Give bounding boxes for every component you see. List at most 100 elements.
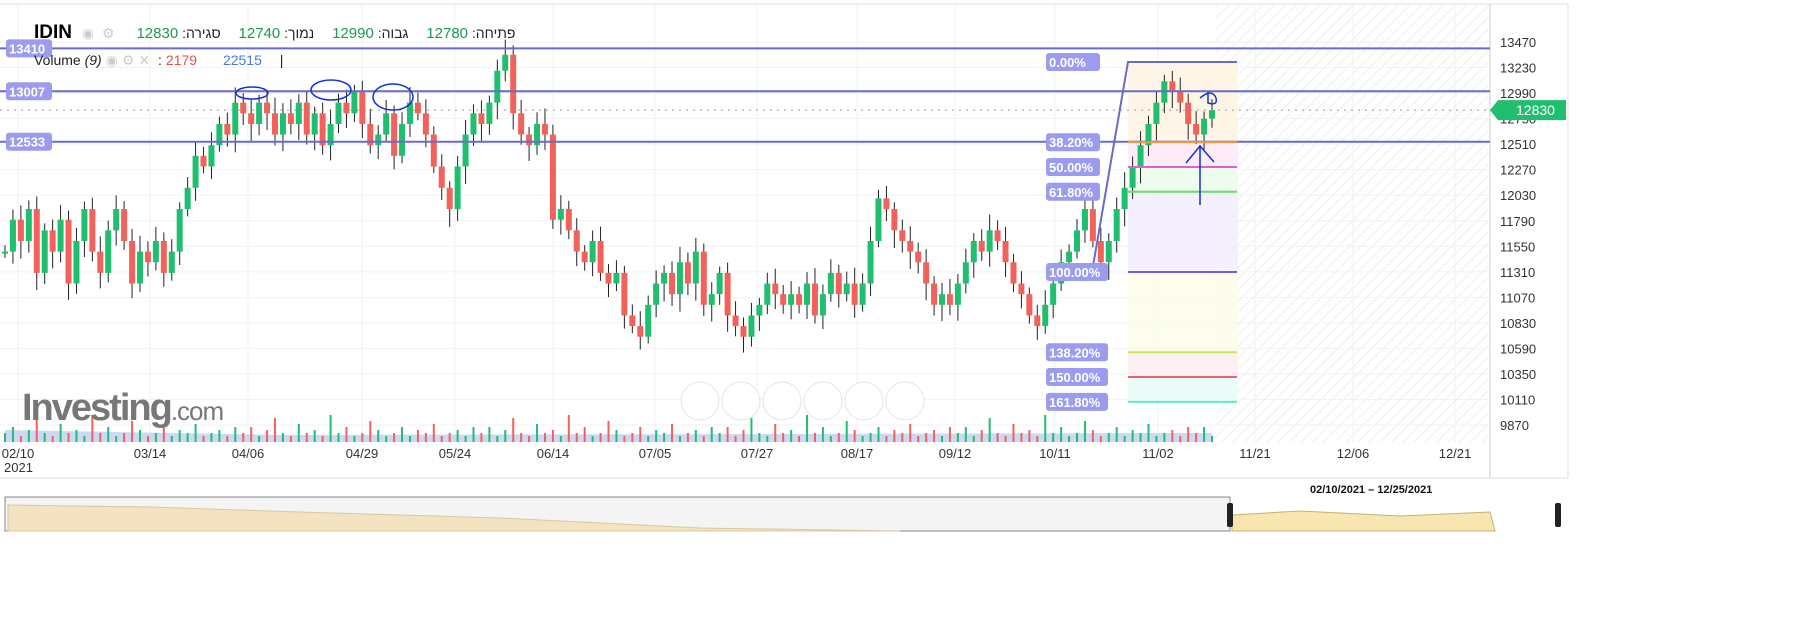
candle-body	[97, 251, 104, 273]
volume-bar	[504, 430, 507, 442]
volume-bar	[1099, 436, 1102, 442]
volume-bar	[440, 436, 443, 442]
y-tick-label: 11790	[1500, 214, 1535, 229]
volume-bar	[972, 436, 975, 442]
candle-body	[17, 219, 24, 241]
volume-bar	[663, 433, 666, 442]
gear-icon[interactable]: ⚙	[122, 52, 135, 68]
volume-bar	[686, 433, 689, 442]
candle-body	[661, 272, 668, 284]
volume-bar	[948, 427, 951, 442]
candle-body	[843, 283, 850, 295]
candle-body	[240, 102, 247, 114]
volume-bar	[536, 424, 539, 442]
navigator-handle[interactable]	[1555, 503, 1561, 527]
candle-body	[899, 230, 906, 241]
candle-body	[9, 219, 16, 252]
volume-bar	[639, 427, 642, 442]
close-icon[interactable]: ✕	[138, 52, 150, 68]
candle-body	[232, 102, 239, 135]
candle-body	[502, 54, 509, 71]
candle-body	[1153, 102, 1160, 124]
volume-bar	[202, 436, 205, 442]
candle-body	[1018, 283, 1025, 295]
candle-body	[875, 198, 882, 241]
volume-bar	[956, 433, 959, 442]
x-tick-label: 11/21	[1239, 446, 1271, 461]
volume-bar	[178, 430, 181, 442]
candle-body	[271, 113, 278, 135]
zoom-out-icon[interactable]	[762, 381, 802, 421]
candle-body	[676, 262, 683, 295]
hand-drawn-circle	[372, 83, 414, 111]
candle-body	[827, 272, 834, 295]
volume-bar	[1187, 427, 1190, 442]
volume-bar	[1004, 436, 1007, 442]
candle-body	[89, 209, 96, 252]
volume-bar	[901, 433, 904, 442]
volume-bar	[186, 433, 189, 442]
candle-body	[1026, 294, 1033, 316]
candle-body	[25, 209, 32, 241]
y-tick-label: 12030	[1500, 188, 1536, 203]
volume-bar	[289, 436, 292, 442]
volume-bar	[615, 430, 618, 442]
navigator-series-future	[1231, 510, 1496, 532]
volume-bar	[258, 436, 261, 442]
candle-body	[168, 251, 175, 273]
eye-icon[interactable]: ◉	[82, 25, 94, 41]
x-tick-label: 02/10	[2, 446, 35, 461]
candle-body	[986, 230, 993, 252]
volume-bar	[790, 430, 793, 442]
navigator-range: 02/10/2021 – 12/25/2021	[1310, 484, 1433, 496]
candle-body	[946, 294, 953, 305]
arrow-right-icon[interactable]	[885, 381, 925, 421]
candle-body	[121, 209, 128, 241]
volume-bar	[718, 433, 721, 442]
eye-icon[interactable]: ◉	[106, 52, 118, 68]
fib-zone	[1128, 377, 1238, 402]
volume-bar	[146, 436, 149, 442]
fib-zone	[1128, 142, 1238, 168]
volume-bar	[1179, 436, 1182, 442]
zoom-fit-icon[interactable]	[844, 381, 884, 421]
candle-body	[1137, 145, 1144, 167]
volume-bar	[1115, 427, 1118, 442]
candle-body	[1097, 240, 1104, 263]
candle-body	[462, 134, 469, 167]
volume-bar	[567, 415, 570, 442]
volume-period: (9)	[84, 52, 102, 68]
candle-body	[375, 134, 382, 146]
candle-body	[764, 283, 771, 305]
volume-bar	[869, 433, 872, 442]
candle-body	[2, 251, 8, 254]
x-tick-label: 05/24	[439, 446, 472, 461]
navigator-handle[interactable]	[1227, 503, 1233, 527]
zoom-in-icon[interactable]	[721, 381, 761, 421]
volume-legend: Volume (9) ◉ ⚙ ✕ :2179 22515 |	[34, 52, 283, 69]
volume-bar	[210, 433, 213, 442]
candle-body	[907, 240, 914, 252]
candle-body	[629, 315, 636, 327]
hand-drawn-circle	[310, 79, 352, 101]
volume-bar	[115, 436, 118, 442]
volume-bar	[1044, 415, 1047, 442]
candle-body	[303, 102, 310, 135]
high-value: גבוה: 12990	[332, 25, 409, 42]
candle-body	[557, 209, 564, 220]
arrow-left-icon[interactable]	[680, 381, 720, 421]
gear-icon[interactable]: ⚙	[102, 25, 115, 41]
candle-body	[248, 113, 255, 124]
volume-bar	[369, 421, 372, 442]
candle-body	[1129, 166, 1136, 188]
candle-body	[486, 102, 493, 124]
volume-bar	[964, 427, 967, 442]
stock-chart[interactable]: 1347013230129901275012510122701203011790…	[0, 0, 1818, 619]
candle-body	[399, 123, 406, 156]
close-value: סגירה: 12830	[136, 25, 221, 42]
zoom-reset-icon[interactable]	[803, 381, 843, 421]
volume-bar	[226, 436, 229, 442]
candle-body	[811, 283, 818, 316]
volume-bar	[1060, 427, 1063, 442]
volume-value: 2179	[165, 52, 198, 68]
